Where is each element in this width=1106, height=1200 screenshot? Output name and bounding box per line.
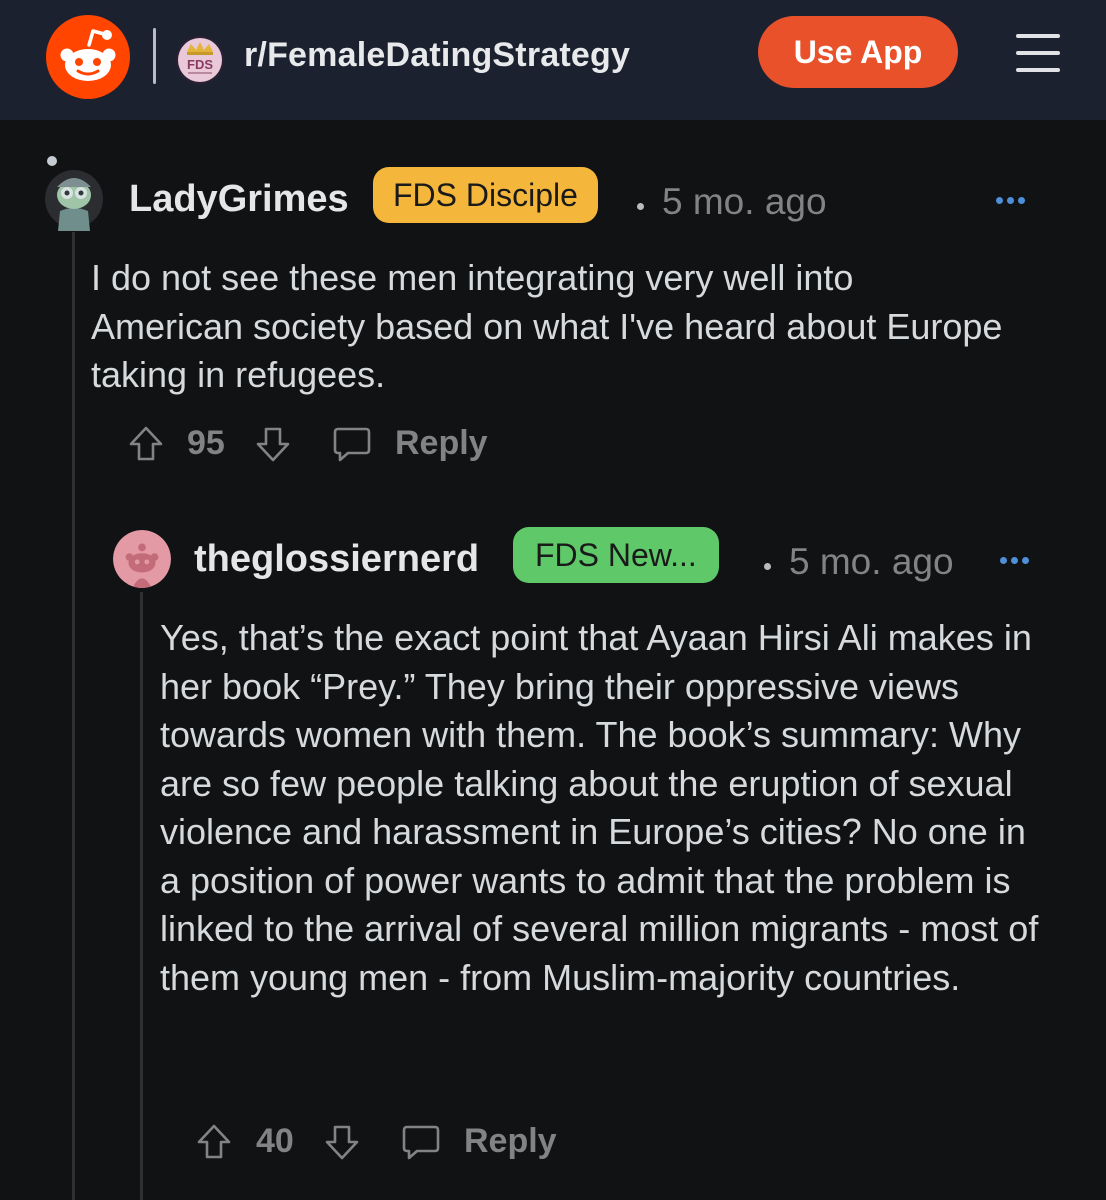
separator-dot xyxy=(764,563,771,570)
comment-username[interactable]: theglossiernerd xyxy=(194,538,479,581)
reply-bubble-icon[interactable] xyxy=(332,424,372,464)
header-divider xyxy=(153,28,156,84)
downvote-arrow-icon[interactable] xyxy=(255,426,291,464)
upvote-arrow-icon[interactable] xyxy=(128,424,164,462)
user-avatar[interactable] xyxy=(44,155,104,231)
use-app-button[interactable]: Use App xyxy=(758,16,958,88)
subreddit-name[interactable]: r/FemaleDatingStrategy xyxy=(244,36,630,75)
reply-button[interactable]: Reply xyxy=(464,1122,557,1161)
comment-username[interactable]: LadyGrimes xyxy=(129,178,349,221)
reddit-thread-page: FDS r/FemaleDatingStrategy Use App LadyG… xyxy=(0,0,1106,1200)
more-options-icon[interactable] xyxy=(1000,557,1036,567)
subreddit-icon-text: FDS xyxy=(187,57,213,72)
more-options-icon[interactable] xyxy=(996,197,1032,207)
thread-line-comment-1[interactable] xyxy=(72,232,75,1200)
comment-body: I do not see these men integrating very … xyxy=(91,257,1003,395)
vote-count: 40 xyxy=(256,1122,294,1160)
comment-actions: 95 Reply xyxy=(128,420,528,470)
downvote-arrow-icon[interactable] xyxy=(324,1124,360,1162)
upvote-arrow-icon[interactable] xyxy=(196,1122,232,1160)
comment-actions: 40 Reply xyxy=(196,1118,596,1168)
user-flair-badge: FDS Disciple xyxy=(373,167,598,223)
reddit-logo-icon[interactable] xyxy=(46,15,130,99)
comment-timestamp: 5 mo. ago xyxy=(789,541,954,582)
reply-button[interactable]: Reply xyxy=(395,424,488,463)
subreddit-fds-icon[interactable]: FDS xyxy=(176,36,224,84)
thread-line-comment-2[interactable] xyxy=(140,592,143,1200)
user-avatar[interactable] xyxy=(113,530,171,588)
comment-body: Yes, that’s the exact point that Ayaan H… xyxy=(160,617,1039,998)
top-navigation-bar: FDS r/FemaleDatingStrategy Use App xyxy=(0,0,1106,120)
comment-timestamp: 5 mo. ago xyxy=(662,181,827,222)
reply-bubble-icon[interactable] xyxy=(401,1122,441,1162)
user-flair-badge: FDS New... xyxy=(513,527,719,583)
hamburger-menu-icon[interactable] xyxy=(1016,34,1062,74)
separator-dot xyxy=(637,203,644,210)
vote-count: 95 xyxy=(187,424,225,462)
